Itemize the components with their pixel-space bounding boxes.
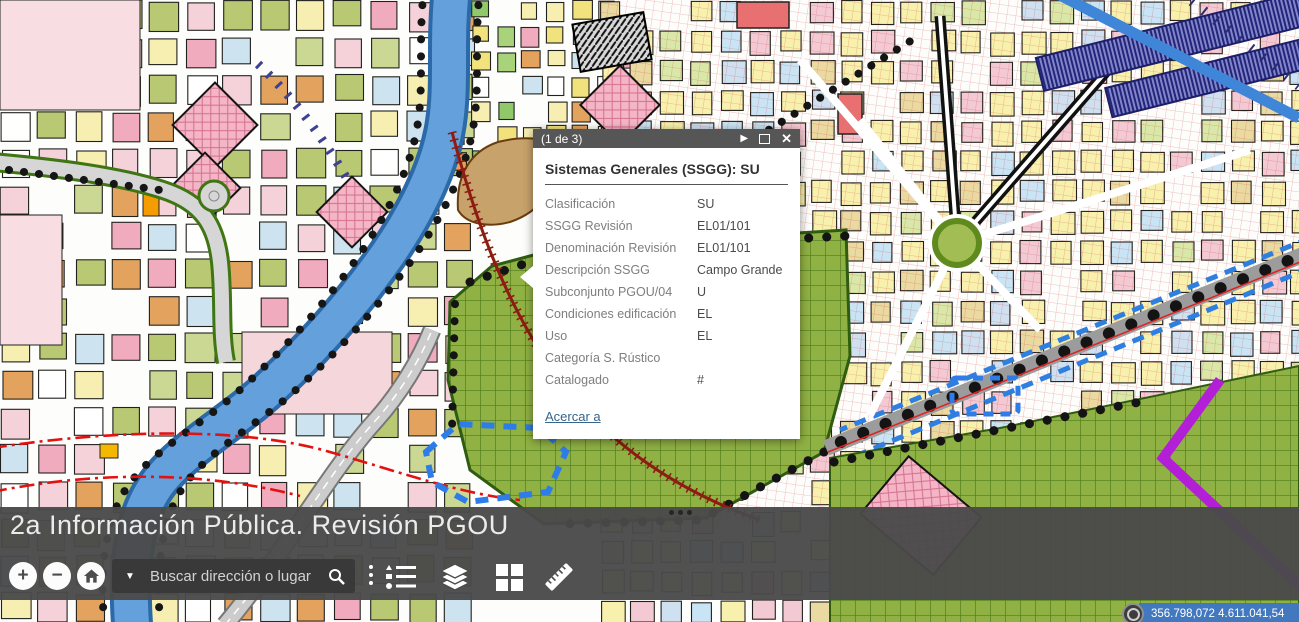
coordinate-readout: 356.798,072 4.611.041,54 bbox=[1122, 603, 1299, 622]
zoom-to-link[interactable]: Acercar a bbox=[545, 409, 601, 424]
popup-pointer bbox=[520, 266, 533, 288]
zoom-in-button[interactable]: + bbox=[9, 562, 37, 590]
close-icon[interactable]: ✕ bbox=[781, 132, 792, 145]
next-feature-icon[interactable]: ▶ bbox=[740, 134, 748, 144]
zoom-out-button[interactable]: − bbox=[43, 562, 71, 590]
basemap-grid-icon bbox=[496, 564, 523, 591]
basemap-gallery-button[interactable] bbox=[491, 559, 527, 595]
field-row: Condiciones edificaciónEL bbox=[545, 303, 788, 325]
ruler-icon bbox=[541, 559, 577, 595]
search-icon bbox=[328, 568, 345, 585]
field-row: Descripción SSGGCampo Grande bbox=[545, 259, 788, 281]
bottom-bar: 2a Información Pública. Revisión PGOU + … bbox=[0, 507, 1299, 600]
search-dropdown-icon[interactable]: ▼ bbox=[112, 571, 148, 582]
field-row: Subconjunto PGOU/04U bbox=[545, 281, 788, 303]
attribute-table-handle[interactable] bbox=[669, 510, 692, 515]
popup-title: Sistemas Generales (SSGG): SU bbox=[545, 157, 788, 185]
feature-popup: (1 de 3) ▶ ✕ Sistemas Generales (SSGG): … bbox=[533, 129, 800, 439]
search-button[interactable] bbox=[317, 568, 355, 585]
field-row: Catalogado# bbox=[545, 369, 788, 391]
maximize-icon[interactable] bbox=[759, 134, 770, 144]
search-input[interactable] bbox=[148, 567, 317, 586]
layers-button[interactable] bbox=[437, 559, 473, 595]
popup-header: (1 de 3) ▶ ✕ bbox=[533, 129, 800, 148]
field-row: SSGG RevisiónEL01/101 bbox=[545, 215, 788, 237]
field-row: ClasificaciónSU bbox=[545, 193, 788, 215]
field-row: UsoEL bbox=[545, 325, 788, 347]
popup-body: Sistemas Generales (SSGG): SU Clasificac… bbox=[533, 148, 800, 439]
popup-pager: (1 de 3) bbox=[541, 132, 729, 146]
legend-icon bbox=[386, 565, 416, 589]
layers-icon bbox=[441, 564, 469, 591]
home-button[interactable] bbox=[77, 562, 105, 590]
field-row: Denominación RevisiónEL01/101 bbox=[545, 237, 788, 259]
home-icon bbox=[84, 569, 99, 583]
overflow-menu-icon[interactable] bbox=[365, 565, 377, 585]
coordinates-value: 356.798,072 4.611.041,54 bbox=[1139, 603, 1299, 622]
field-row: Categoría S. Rústico bbox=[545, 347, 788, 369]
search-widget: ▼ bbox=[112, 559, 355, 593]
attribute-fields: ClasificaciónSU SSGG RevisiónEL01/101 De… bbox=[545, 193, 788, 391]
app-window: (1 de 3) ▶ ✕ Sistemas Generales (SSGG): … bbox=[0, 0, 1299, 622]
page-title: 2a Información Pública. Revisión PGOU bbox=[10, 510, 509, 541]
locate-crosshair-icon[interactable] bbox=[1122, 603, 1144, 622]
legend-button[interactable] bbox=[383, 559, 419, 595]
measure-button[interactable] bbox=[541, 559, 577, 595]
